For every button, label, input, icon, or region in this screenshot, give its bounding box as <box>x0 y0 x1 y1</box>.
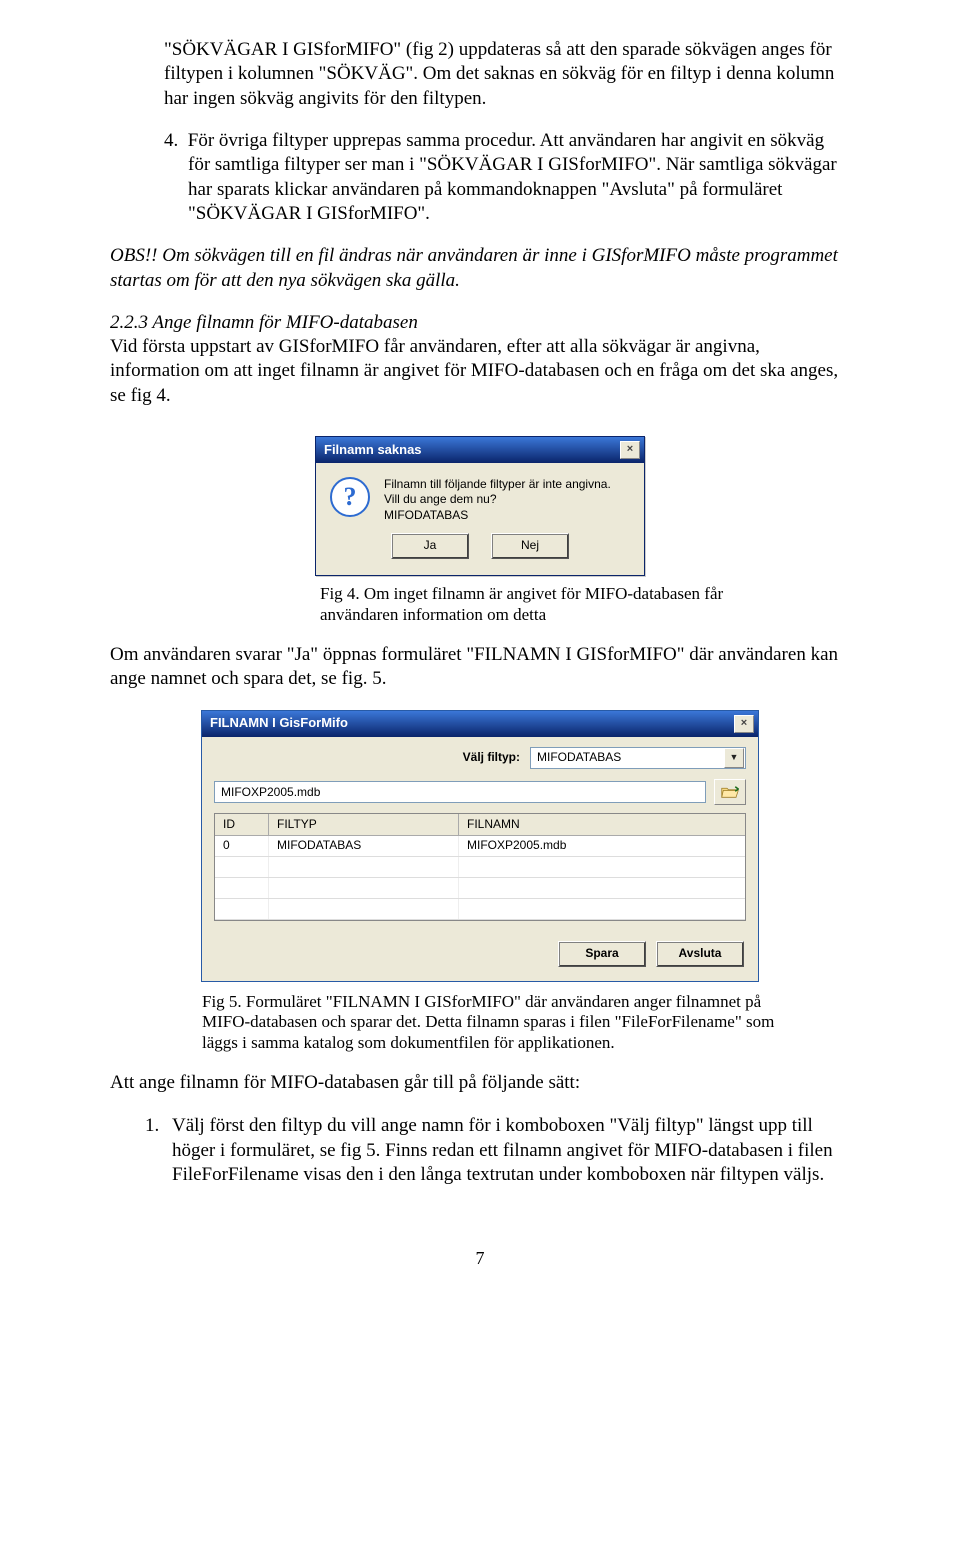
obs-note: OBS!! Om sökvägen till en fil ändras när… <box>110 244 850 293</box>
filename-input[interactable]: MIFOXP2005.mdb <box>214 781 706 803</box>
question-icon: ? <box>330 477 370 517</box>
cell-filnamn: MIFOXP2005.mdb <box>459 836 745 856</box>
col-header-id[interactable]: ID <box>215 814 269 835</box>
col-header-filnamn[interactable]: FILNAMN <box>459 814 745 835</box>
cell-filtyp: MIFODATABAS <box>269 836 459 856</box>
chevron-down-icon[interactable]: ▼ <box>724 748 744 768</box>
list-item-4: 4. För övriga filtyper upprepas samma pr… <box>164 129 850 226</box>
section-heading: 2.2.3 Ange filnamn för MIFO-databasen <box>110 312 418 333</box>
table-row[interactable] <box>215 899 745 920</box>
paragraph-after-fig4: Om användaren svarar "Ja" öppnas formulä… <box>110 643 850 692</box>
figure-5-caption: Fig 5. Formuläret "FILNAMN I GISforMIFO"… <box>202 992 790 1053</box>
no-button[interactable]: Nej <box>491 533 569 559</box>
paragraph-continuation: "SÖKVÄGAR I GISforMIFO" (fig 2) uppdater… <box>164 38 850 111</box>
list-item-4-text: För övriga filtyper upprepas samma proce… <box>188 130 837 224</box>
dialog-title-text: Filnamn saknas <box>324 442 422 459</box>
section-body: Vid första uppstart av GISforMIFO får an… <box>110 336 838 406</box>
close-icon[interactable]: × <box>620 441 640 459</box>
filename-grid[interactable]: ID FILTYP FILNAMN 0 MIFODATABAS MIFOXP20… <box>214 813 746 921</box>
yes-button[interactable]: Ja <box>391 533 469 559</box>
dialog-filnamn-gisformifo: FILNAMN I GisForMifo × Välj filtyp: MIFO… <box>201 710 759 982</box>
choose-filetype-label: Välj filtyp: <box>463 750 520 765</box>
cell-id: 0 <box>215 836 269 856</box>
dialog-titlebar[interactable]: Filnamn saknas × <box>316 437 644 463</box>
browse-folder-button[interactable] <box>714 779 746 805</box>
col-header-filtyp[interactable]: FILTYP <box>269 814 459 835</box>
dialog2-titlebar[interactable]: FILNAMN I GisForMifo × <box>202 711 758 737</box>
list-item: Välj först den filtyp du vill ange namn … <box>164 1114 850 1187</box>
figure-4-caption: Fig 4. Om inget filnamn är angivet för M… <box>320 584 740 625</box>
close-button[interactable]: Avsluta <box>656 941 744 967</box>
filetype-combobox[interactable]: MIFODATABAS ▼ <box>530 747 746 769</box>
combobox-value: MIFODATABAS <box>537 750 621 765</box>
dialog-message: Filnamn till följande filtyper är inte a… <box>384 477 611 523</box>
dialog-line2: Vill du ange dem nu? <box>384 492 611 507</box>
page-number: 7 <box>110 1247 850 1270</box>
dialog-line3: MIFODATABAS <box>384 508 611 523</box>
section-2-2-3: 2.2.3 Ange filnamn för MIFO-databasen Vi… <box>110 311 850 408</box>
dialog-filnamn-saknas: Filnamn saknas × ? Filnamn till följande… <box>315 436 645 576</box>
close-icon[interactable]: × <box>734 715 754 733</box>
table-row[interactable] <box>215 878 745 899</box>
save-button[interactable]: Spara <box>558 941 646 967</box>
folder-open-icon <box>721 785 739 799</box>
steps-list: Välj först den filtyp du vill ange namn … <box>164 1114 850 1187</box>
table-row[interactable]: 0 MIFODATABAS MIFOXP2005.mdb <box>215 836 745 857</box>
dialog-line1: Filnamn till följande filtyper är inte a… <box>384 477 611 492</box>
dialog2-title-text: FILNAMN I GisForMifo <box>210 715 348 732</box>
table-row[interactable] <box>215 857 745 878</box>
paragraph-after-fig5: Att ange filnamn för MIFO-databasen går … <box>110 1071 850 1095</box>
